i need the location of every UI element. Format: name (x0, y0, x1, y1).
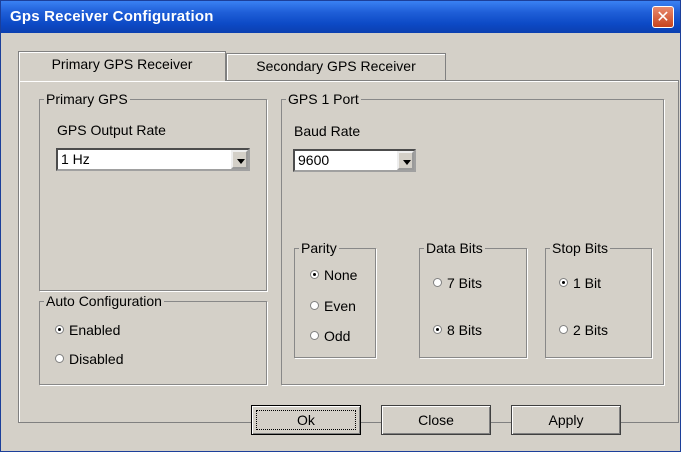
parity-group: Parity None Even Odd (294, 240, 376, 358)
radio-selected-icon (55, 325, 64, 334)
dialog-client-area: Primary GPS Receiver Secondary GPS Recei… (4, 33, 679, 449)
radio-unselected-icon (310, 301, 319, 310)
stop-bits-group-label: Stop Bits (550, 240, 611, 257)
primary-gps-group-label: Primary GPS (44, 91, 130, 108)
gps1-port-group: GPS 1 Port Baud Rate 9600 Parity None Ev… (281, 91, 664, 385)
parity-group-label: Parity (299, 240, 339, 257)
radio-unselected-icon (433, 278, 442, 287)
gps-output-rate-dropdown-button[interactable] (231, 150, 248, 169)
radio-selected-icon (433, 325, 442, 334)
baud-rate-label: Baud Rate (294, 123, 361, 139)
gps-output-rate-label: GPS Output Rate (57, 122, 166, 138)
stop-bits-2-label: 2 Bits (573, 322, 609, 338)
gps-output-rate-value: 1 Hz (61, 151, 90, 167)
stop-bits-1-label: 1 Bit (573, 275, 602, 291)
window-title: Gps Receiver Configuration (10, 8, 214, 25)
auto-config-disabled-label: Disabled (69, 351, 124, 367)
auto-config-enabled-label: Enabled (69, 322, 121, 338)
apply-button[interactable]: Apply (511, 405, 621, 435)
close-icon: ✕ (656, 7, 670, 26)
radio-unselected-icon (310, 331, 319, 340)
gps-output-rate-select[interactable]: 1 Hz (56, 148, 250, 171)
parity-none-label: None (324, 267, 358, 283)
baud-rate-value: 9600 (298, 152, 330, 168)
gps1-port-group-label: GPS 1 Port (286, 91, 361, 108)
ok-button[interactable]: Ok (251, 405, 361, 435)
auto-configuration-group: Auto Configuration Enabled Disabled (39, 293, 267, 385)
chevron-down-icon (237, 159, 245, 164)
radio-unselected-icon (55, 354, 64, 363)
data-bits-8-label: 8 Bits (447, 322, 483, 338)
baud-rate-dropdown-button[interactable] (397, 151, 414, 170)
tab-secondary-gps-receiver[interactable]: Secondary GPS Receiver (226, 53, 446, 80)
close-window-button[interactable]: ✕ (652, 6, 674, 28)
auto-configuration-group-label: Auto Configuration (44, 293, 164, 310)
parity-even-label: Even (324, 298, 356, 314)
radio-selected-icon (559, 278, 568, 287)
tab-primary-gps-receiver[interactable]: Primary GPS Receiver (18, 51, 226, 81)
dialog-window: Gps Receiver Configuration ✕ Primary GPS… (0, 0, 681, 452)
chevron-down-icon (403, 160, 411, 165)
radio-unselected-icon (559, 325, 568, 334)
radio-selected-icon (310, 270, 319, 279)
parity-odd-label: Odd (324, 328, 351, 344)
data-bits-group-label: Data Bits (424, 240, 485, 257)
title-bar[interactable]: Gps Receiver Configuration ✕ (1, 1, 680, 33)
focus-rectangle (256, 410, 356, 430)
close-button[interactable]: Close (381, 405, 491, 435)
stop-bits-group: Stop Bits 1 Bit 2 Bits (545, 240, 652, 358)
baud-rate-select[interactable]: 9600 (293, 149, 416, 172)
data-bits-group: Data Bits 7 Bits 8 Bits (419, 240, 527, 358)
data-bits-7-label: 7 Bits (447, 275, 483, 291)
primary-gps-group: Primary GPS GPS Output Rate 1 Hz (39, 91, 267, 291)
tab-panel: Primary GPS GPS Output Rate 1 Hz Auto Co… (18, 80, 679, 423)
